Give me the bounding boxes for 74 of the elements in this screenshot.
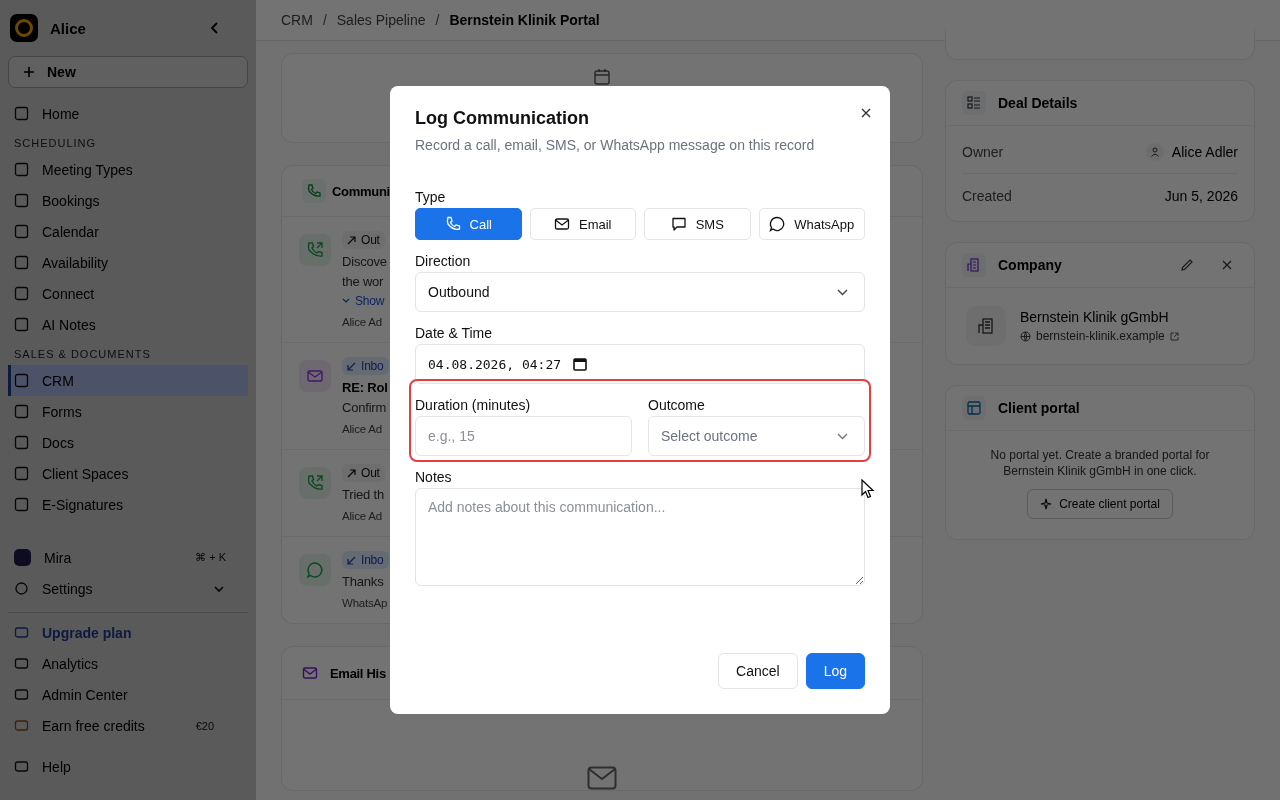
message-meta: Alice Ad <box>342 316 382 328</box>
message-meta: Alice Ad <box>342 423 382 435</box>
nav-item[interactable]: Client Spaces <box>8 458 248 489</box>
field-label: Created <box>962 187 1012 204</box>
nav-item[interactable]: Analytics <box>8 648 248 679</box>
message-text: the wor <box>342 274 384 289</box>
show-more-link[interactable]: Show <box>342 294 385 308</box>
field-label: Owner <box>962 143 1004 160</box>
field-label: Date & Time <box>415 325 494 341</box>
cancel-button[interactable]: Cancel <box>718 653 798 689</box>
field-label: Outcome <box>648 397 706 413</box>
badge-label: Inbo <box>361 553 384 567</box>
badge-label: Out <box>361 233 380 247</box>
nav-item[interactable]: Earn free credits €20 <box>8 710 248 741</box>
message-text: Confirm <box>342 400 387 415</box>
nav-item[interactable]: Home <box>8 98 248 129</box>
breadcrumb-separator: / <box>435 12 440 28</box>
message-text: Thanks <box>342 574 384 589</box>
message-text: Discove <box>342 254 387 269</box>
nav-item[interactable]: Connect <box>8 278 248 309</box>
message-subject: RE: Rol <box>342 380 388 395</box>
field-label: Duration (minutes) <box>415 397 532 413</box>
message-meta: WhatsAp <box>342 597 388 609</box>
workspace-name[interactable]: Alice <box>50 19 198 37</box>
field-label: Direction <box>415 253 472 269</box>
settings-item[interactable]: Settings <box>8 573 248 604</box>
card-title: Company <box>998 257 1063 273</box>
field-label: Notes <box>415 469 453 485</box>
nav-item[interactable]: Docs <box>8 427 248 458</box>
dialog-title: Log Communication <box>415 108 590 129</box>
nav-item[interactable]: Upgrade plan <box>8 617 248 648</box>
empty-state-text: No portal yet. Create a branded portal for Bernstein Klinik gGmbH in one click. <box>989 447 1211 479</box>
outcome-select[interactable]: Select outcome <box>648 416 865 456</box>
section-label: SCHEDULING <box>13 136 98 151</box>
breadcrumb-item[interactable]: CRM <box>281 12 313 28</box>
type-option-button[interactable]: Call <box>415 208 522 240</box>
nav-item[interactable]: Calendar <box>8 216 248 247</box>
duration-input[interactable]: e.g., 15 <box>415 416 632 456</box>
field-value: Alice Adler <box>1171 143 1238 160</box>
nav-item[interactable]: Help <box>8 751 248 782</box>
message-text: Tried th <box>342 487 384 502</box>
create-portal-button[interactable]: Create client portal <box>1027 489 1173 519</box>
assistant-item[interactable]: Mira ⌘ + K <box>8 542 248 573</box>
nav-item[interactable]: AI Notes <box>8 309 248 340</box>
nav-item[interactable]: E-Signatures <box>8 489 248 520</box>
section-label: SALES & DOCUMENTS <box>13 347 152 362</box>
new-button[interactable]: New <box>8 56 248 88</box>
card-title: Deal Details <box>998 95 1078 111</box>
badge-label: Out <box>361 466 380 480</box>
nav-item[interactable]: Admin Center <box>8 679 248 710</box>
type-option-button[interactable]: Email <box>529 208 636 240</box>
field-value: Jun 5, 2026 <box>1164 187 1238 204</box>
card-title: Client portal <box>998 400 1080 416</box>
card-title: Email His <box>330 665 386 681</box>
card-title: Communi <box>332 183 390 199</box>
submit-button[interactable]: Log <box>805 653 865 689</box>
field-label: Type <box>415 189 447 205</box>
breadcrumb-item[interactable]: Bernstein Klinik Portal <box>449 12 600 28</box>
dialog-subtitle: Record a call, email, SMS, or WhatsApp message on this record <box>415 137 815 153</box>
nav-item[interactable]: Bookings <box>8 185 248 216</box>
nav-item[interactable]: Availability <box>8 247 248 278</box>
nav-item[interactable]: Meeting Types <box>8 154 248 185</box>
message-meta: Alice Ad <box>342 510 382 522</box>
company-name: Bernstein Klinik gGmbH <box>1020 309 1170 325</box>
nav-item[interactable]: CRM <box>8 365 248 396</box>
badge-label: Inbo <box>361 359 384 373</box>
breadcrumb-separator: / <box>322 12 327 28</box>
website-link[interactable]: bernstein-klinik.example <box>1036 329 1165 343</box>
notes-textarea[interactable]: Add notes about this communication... <box>415 488 865 586</box>
direction-select[interactable]: Outbound <box>415 272 865 312</box>
type-option-button[interactable]: SMS <box>644 208 751 240</box>
type-option-button[interactable]: WhatsApp <box>758 208 865 240</box>
nav-item[interactable]: Forms <box>8 396 248 427</box>
breadcrumb-item[interactable]: Sales Pipeline <box>336 12 426 28</box>
